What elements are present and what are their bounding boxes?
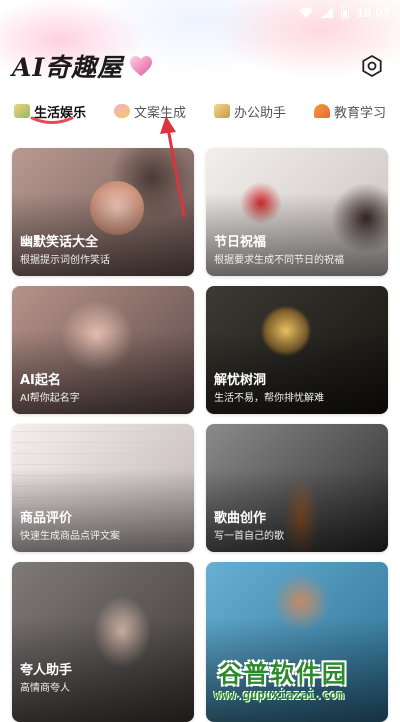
card-title: 解忧树洞: [214, 373, 267, 388]
card-song-writing[interactable]: 歌曲创作 写一首自己的歌: [206, 424, 388, 552]
tab-education[interactable]: 教育学习: [300, 93, 400, 129]
card-shade: [12, 562, 194, 722]
card-subtitle: 根据提示词创作笑话: [20, 255, 110, 266]
status-bar: 10:07: [0, 0, 400, 24]
card-subtitle: 高情商夸人: [20, 683, 70, 694]
scroll-icon: [213, 104, 230, 118]
card-tree-hole[interactable]: 解忧树洞 生活不易，帮你排忧解难: [206, 286, 388, 414]
card-title: 夸人助手: [20, 663, 73, 678]
site-watermark: 谷普软件园 www.gupuxiazai.com: [212, 654, 398, 708]
card-title: 歌曲创作: [214, 511, 267, 526]
card-title: 幽默笑话大全: [20, 235, 99, 250]
settings-gear-icon[interactable]: [360, 54, 384, 78]
card-title: 节日祝福: [214, 235, 267, 250]
card-holiday-greetings[interactable]: 节日祝福 根据要求生成不同节日的祝福: [206, 148, 388, 276]
app-title: AI奇趣屋: [12, 53, 124, 82]
app-header: AI奇趣屋: [12, 48, 388, 84]
card-title: AI起名: [20, 373, 61, 388]
card-title: 商品评价: [20, 511, 73, 526]
header-background: [0, 0, 400, 170]
tab-label: 办公助手: [233, 105, 286, 121]
candy-icon: [113, 104, 130, 118]
watermark-name: 谷普软件园: [218, 660, 348, 688]
annotation-arrow-icon: [160, 116, 186, 218]
card-ai-naming[interactable]: AI起名 AI帮你起名字: [12, 286, 194, 414]
card-subtitle: 根据要求生成不同节日的祝福: [214, 255, 344, 266]
status-time: 10:07: [356, 4, 390, 20]
card-subtitle: AI帮你起名字: [20, 393, 80, 404]
umbrella-icon: [313, 104, 330, 118]
card-subtitle: 写一首自己的歌: [214, 531, 284, 542]
active-tab-indicator: [30, 116, 74, 124]
tab-label: 教育学习: [333, 105, 386, 121]
card-subtitle: 生活不易，帮你排忧解难: [214, 393, 324, 404]
wifi-icon: [298, 7, 313, 18]
watermark-url: www.gupuxiazai.com: [214, 688, 345, 702]
heart-logo-icon: [130, 56, 153, 76]
feature-card-grid: 幽默笑话大全 根据提示词创作笑话 节日祝福 根据要求生成不同节日的祝福 AI起名…: [12, 148, 388, 722]
card-compliment-assistant[interactable]: 夸人助手 高情商夸人: [12, 562, 194, 722]
card-product-review[interactable]: 商品评价 快速生成商品点评文案: [12, 424, 194, 552]
tab-office-assistant[interactable]: 办公助手: [200, 93, 300, 129]
card-subtitle: 快速生成商品点评文案: [20, 531, 120, 542]
battery-icon: [340, 5, 349, 19]
signal-icon: [320, 6, 333, 18]
